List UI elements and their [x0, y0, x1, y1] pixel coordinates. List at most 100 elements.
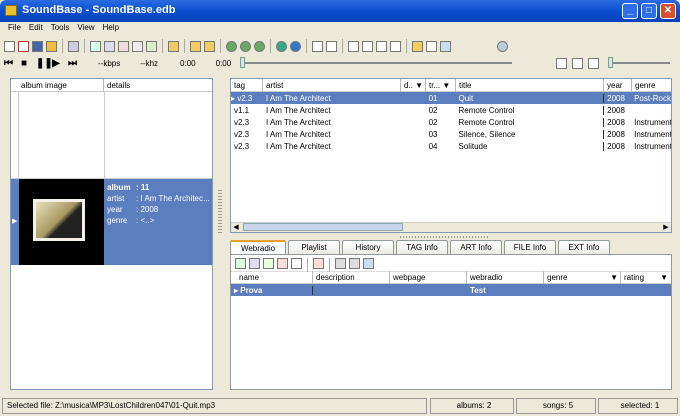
tab-playlist[interactable]: Playlist — [288, 240, 340, 254]
globe-dropdown-icon[interactable] — [290, 40, 301, 52]
col-tag[interactable]: tag — [231, 78, 263, 92]
stop-icon[interactable]: ■ — [20, 58, 28, 69]
list-icon[interactable] — [556, 58, 567, 69]
folder-icon[interactable] — [190, 40, 201, 52]
horizontal-scrollbar[interactable]: ◀ ▶ — [231, 222, 671, 232]
volume-knob[interactable] — [608, 57, 613, 68]
tab-art-info[interactable]: ART Info — [450, 240, 502, 254]
menu-view[interactable]: View — [73, 23, 98, 36]
cd-blue-icon[interactable] — [240, 40, 251, 52]
maximize-button[interactable]: □ — [641, 3, 657, 19]
tab-webradio[interactable]: Webradio — [230, 240, 286, 255]
menu-file[interactable]: File — [4, 23, 25, 36]
previous-icon[interactable]: ⏮ — [4, 58, 13, 69]
col-webradio[interactable]: webradio — [467, 271, 544, 284]
seek-knob[interactable] — [240, 57, 245, 68]
grid-check-icon[interactable] — [104, 40, 115, 52]
remove-radio-icon[interactable] — [313, 258, 324, 269]
row-indicator-icon: ▶ — [12, 218, 18, 225]
col-description[interactable]: description — [313, 271, 390, 284]
seek-slider[interactable] — [242, 62, 512, 64]
cd-icon[interactable] — [226, 40, 237, 52]
next-icon[interactable]: ⏭ — [68, 58, 77, 69]
tab-file-info[interactable]: FILE Info — [504, 240, 556, 254]
menu-tools[interactable]: Tools — [47, 23, 74, 36]
radio-view-1-icon[interactable] — [335, 258, 346, 269]
import-icon[interactable] — [426, 40, 437, 52]
scroll-left-icon[interactable]: ◀ — [231, 223, 241, 232]
grid-add-icon[interactable] — [90, 40, 101, 52]
album-panel: album image details ▶ album: 11 artist: … — [10, 78, 213, 390]
find-icon[interactable] — [497, 40, 508, 52]
splitter-handle-horizontal[interactable] — [400, 236, 490, 238]
song-row[interactable]: v2.3 I Am The Architect 03 Silence, Silence… — [231, 128, 671, 140]
col-album-image[interactable]: album image — [11, 78, 104, 92]
playlist-icon[interactable] — [572, 58, 583, 69]
song-genre: Instrumental — [634, 141, 671, 151]
song-row[interactable]: v2.3 I Am The Architect 04 Solitude 2008 Inst… — [231, 140, 671, 152]
folder-music-icon[interactable] — [204, 40, 215, 52]
album-row[interactable]: ▶ album: 11 artist: I Am The Architec...… — [11, 179, 212, 265]
scroll-thumb[interactable] — [243, 223, 403, 231]
song-row[interactable]: v2.3 I Am The Architect 02 Remote Control 20… — [231, 116, 671, 128]
col-details[interactable]: details — [104, 79, 212, 92]
splitter-handle[interactable] — [218, 190, 222, 234]
delete-radio-icon[interactable] — [277, 258, 288, 269]
minimize-button[interactable]: _ — [622, 3, 638, 19]
song-year: 2008 — [603, 141, 631, 151]
song-row[interactable]: ▸ v2.3 I Am The Architect 01 Quit 2008 Post-R… — [231, 92, 671, 104]
layout-6-icon[interactable] — [390, 40, 401, 52]
col-genre[interactable]: genre — [632, 79, 671, 92]
close-button[interactable]: ✕ — [660, 3, 676, 19]
grid-radio-icon[interactable] — [291, 258, 302, 269]
tab-history[interactable]: History — [342, 240, 394, 254]
close-db-icon[interactable] — [18, 40, 29, 52]
col-track[interactable]: tr... ▼ — [426, 78, 456, 92]
volume-icon[interactable] — [588, 58, 599, 69]
album-header: album image details — [11, 78, 212, 92]
col-artist[interactable]: artist — [263, 78, 401, 92]
tab-tag-info[interactable]: TAG Info — [396, 240, 448, 254]
col-radio-genre[interactable]: genre ▼ — [544, 271, 621, 284]
globe-icon[interactable] — [276, 40, 287, 52]
status-songs: songs: 5 — [516, 398, 596, 414]
scroll-right-icon[interactable]: ▶ — [661, 223, 671, 232]
cd-red-icon[interactable] — [254, 40, 265, 52]
search-folder-icon[interactable] — [168, 40, 179, 52]
song-row[interactable]: v1.1 I Am The Architect 02 Remote Control 20… — [231, 104, 671, 116]
export-icon[interactable] — [412, 40, 423, 52]
layout-1-icon[interactable] — [312, 40, 323, 52]
col-title[interactable]: title — [456, 78, 604, 92]
menu-help[interactable]: Help — [99, 23, 123, 36]
check-radio-icon[interactable] — [249, 258, 260, 269]
grid-icon[interactable] — [132, 40, 143, 52]
radio-view-3-icon[interactable] — [363, 258, 374, 269]
view-toggle-icon[interactable] — [440, 40, 451, 52]
layout-2-icon[interactable] — [326, 40, 337, 52]
grid-edit-icon[interactable] — [146, 40, 157, 52]
col-disc[interactable]: d.. ▼ — [401, 78, 426, 92]
layout-3-icon[interactable] — [348, 40, 359, 52]
col-rating[interactable]: rating ▼ — [621, 271, 671, 284]
tab-ext-info[interactable]: EXT Info — [558, 240, 610, 254]
col-webpage[interactable]: webpage — [390, 271, 467, 284]
col-name[interactable]: name — [231, 271, 313, 284]
layout-4-icon[interactable] — [362, 40, 373, 52]
new-icon[interactable] — [4, 40, 15, 52]
album-value: : 11 — [136, 183, 150, 192]
radio-view-2-icon[interactable] — [349, 258, 360, 269]
open-folder-icon[interactable] — [46, 40, 57, 52]
song-title: Remote Control — [458, 117, 515, 127]
col-year[interactable]: year — [604, 78, 632, 92]
tools-icon[interactable] — [68, 40, 79, 52]
edit-radio-icon[interactable] — [263, 258, 274, 269]
layout-5-icon[interactable] — [376, 40, 387, 52]
pause-icon[interactable]: ❚❚ — [36, 58, 53, 69]
grid-delete-icon[interactable] — [118, 40, 129, 52]
menu-edit[interactable]: Edit — [25, 23, 47, 36]
save-icon[interactable] — [32, 40, 43, 52]
volume-slider[interactable] — [608, 62, 670, 64]
webradio-row[interactable]: ▸ Prova Test — [231, 284, 671, 296]
add-radio-icon[interactable] — [235, 258, 246, 269]
play-icon[interactable]: ▶ — [52, 58, 60, 69]
